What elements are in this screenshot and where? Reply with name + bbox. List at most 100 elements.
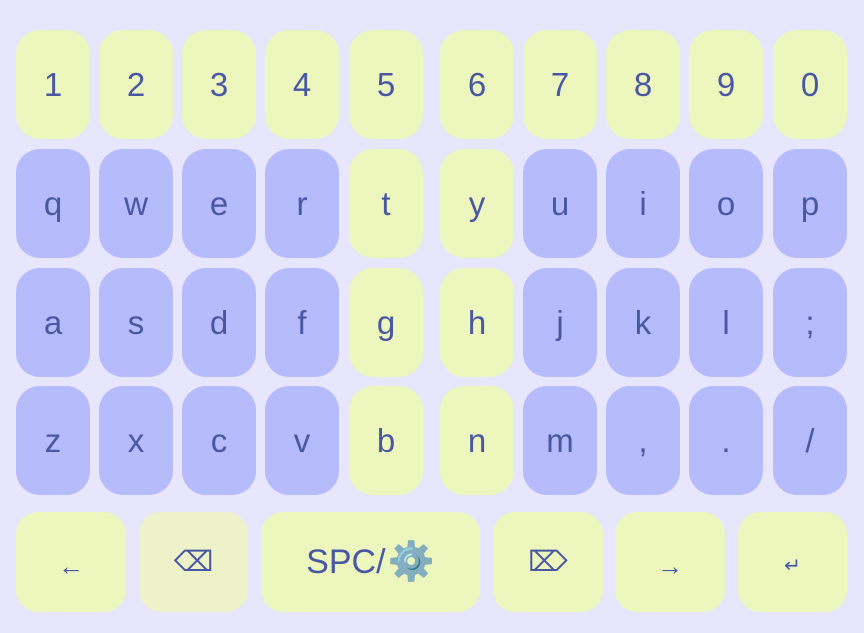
key-k[interactable]: k (606, 268, 680, 377)
key-label: n (467, 422, 487, 459)
key-b[interactable]: b (349, 386, 423, 495)
key-5[interactable]: 5 (349, 30, 423, 139)
key-label: j (556, 304, 564, 341)
key-label: x (127, 422, 145, 459)
keyboard-row-controls: ← ⌫ SPC/ ⚙️ ⌦ → ↵ (0, 512, 864, 612)
key-n[interactable]: n (440, 386, 514, 495)
key-comma[interactable]: , (606, 386, 680, 495)
key-slash[interactable]: / (773, 386, 847, 495)
key-0[interactable]: 0 (773, 30, 847, 139)
key-label: 5 (376, 66, 396, 103)
key-6[interactable]: 6 (440, 30, 514, 139)
key-label: b (376, 422, 396, 459)
key-f[interactable]: f (265, 268, 339, 377)
key-label: m (546, 422, 574, 459)
key-label: l (722, 304, 730, 341)
key-q[interactable]: q (16, 149, 90, 258)
key-z[interactable]: z (16, 386, 90, 495)
key-label: r (296, 185, 308, 222)
key-l[interactable]: l (689, 268, 763, 377)
key-label: e (209, 185, 229, 222)
gear-icon: ⚙️ (387, 541, 435, 583)
key-label: g (376, 304, 396, 341)
backspace-button[interactable]: ⌫ (139, 512, 248, 612)
key-label: d (209, 304, 229, 341)
key-semicolon[interactable]: ; (773, 268, 847, 377)
key-label: i (639, 185, 647, 222)
key-label: s (127, 304, 145, 341)
key-label: 7 (550, 66, 570, 103)
key-label: / (805, 422, 815, 459)
keyboard-row-bottom-letters: z x c v b n m , . / (0, 386, 864, 495)
key-h[interactable]: h (440, 268, 514, 377)
key-d[interactable]: d (182, 268, 256, 377)
keyboard-row-home: a s d f g h j k l ; (0, 268, 864, 377)
key-label: c (210, 422, 228, 459)
key-o[interactable]: o (689, 149, 763, 258)
key-r[interactable]: r (265, 149, 339, 258)
key-x[interactable]: x (99, 386, 173, 495)
key-m[interactable]: m (523, 386, 597, 495)
key-label: ; (805, 304, 815, 341)
key-label: v (293, 422, 311, 459)
delete-forward-icon: ⌦ (528, 546, 568, 577)
space-label: SPC/ (306, 542, 386, 581)
key-u[interactable]: u (523, 149, 597, 258)
enter-button[interactable]: ↵ (738, 512, 847, 612)
key-label: 2 (126, 66, 146, 103)
right-arrow-icon: → (657, 551, 683, 581)
enter-icon: ↵ (784, 555, 801, 577)
key-label: h (467, 304, 487, 341)
key-s[interactable]: s (99, 268, 173, 377)
key-label: 6 (467, 66, 487, 103)
key-c[interactable]: c (182, 386, 256, 495)
key-label: w (124, 185, 148, 222)
key-label: 1 (43, 66, 63, 103)
key-t[interactable]: t (349, 149, 423, 258)
key-2[interactable]: 2 (99, 30, 173, 139)
key-y[interactable]: y (440, 149, 514, 258)
key-label: o (716, 185, 736, 222)
key-p[interactable]: p (773, 149, 847, 258)
key-period[interactable]: . (689, 386, 763, 495)
left-arrow-button[interactable]: ← (16, 512, 126, 612)
key-label: , (638, 422, 648, 459)
key-label: f (297, 304, 307, 341)
key-label: 4 (292, 66, 312, 103)
key-label: 8 (633, 66, 653, 103)
keyboard-row-qwerty: q w e r t y u i o p (0, 149, 864, 258)
key-i[interactable]: i (606, 149, 680, 258)
space-settings-button[interactable]: SPC/ ⚙️ (261, 512, 480, 612)
delete-forward-button[interactable]: ⌦ (493, 512, 603, 612)
key-label: . (721, 422, 731, 459)
key-8[interactable]: 8 (606, 30, 680, 139)
key-w[interactable]: w (99, 149, 173, 258)
backspace-icon: ⌫ (173, 546, 214, 577)
key-7[interactable]: 7 (523, 30, 597, 139)
key-3[interactable]: 3 (182, 30, 256, 139)
key-j[interactable]: j (523, 268, 597, 377)
key-label: 3 (209, 66, 229, 103)
key-label: p (800, 185, 820, 222)
key-label: y (468, 185, 486, 222)
key-a[interactable]: a (16, 268, 90, 377)
key-v[interactable]: v (265, 386, 339, 495)
key-label: a (43, 304, 63, 341)
key-label: q (43, 185, 63, 222)
key-label: 9 (716, 66, 736, 103)
key-label: 0 (800, 66, 820, 103)
key-4[interactable]: 4 (265, 30, 339, 139)
key-label: t (381, 185, 391, 222)
key-9[interactable]: 9 (689, 30, 763, 139)
key-e[interactable]: e (182, 149, 256, 258)
key-label: u (550, 185, 570, 222)
key-label: z (44, 422, 62, 459)
right-arrow-button[interactable]: → (615, 512, 725, 612)
space-settings-label-group: SPC/ ⚙️ (306, 543, 435, 582)
key-1[interactable]: 1 (16, 30, 90, 139)
key-label: k (634, 304, 652, 341)
key-g[interactable]: g (349, 268, 423, 377)
left-arrow-icon: ← (58, 551, 84, 581)
keyboard-row-numbers: 1 2 3 4 5 6 7 8 9 0 (0, 30, 864, 139)
keyboard: 1 2 3 4 5 6 7 8 9 0 q w e r t y u i o p … (0, 0, 864, 633)
